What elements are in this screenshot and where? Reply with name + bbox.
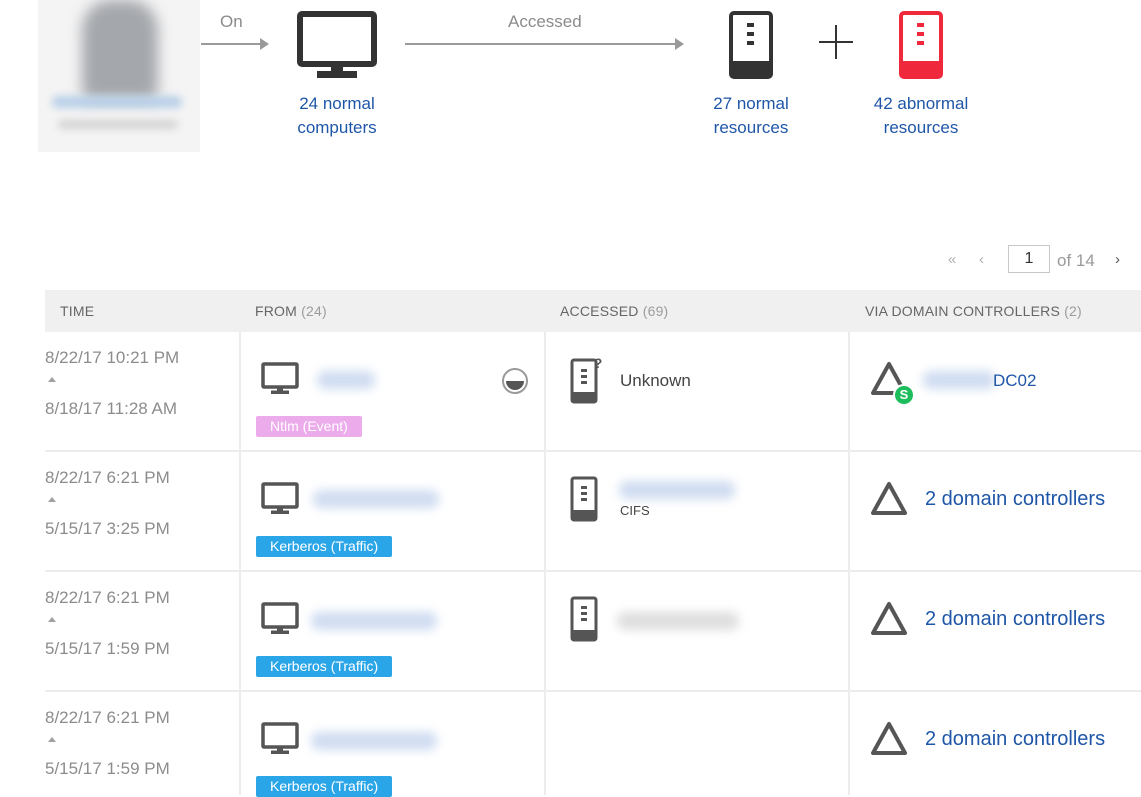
column-divider <box>239 572 241 692</box>
computer-icon <box>261 362 299 394</box>
protocol-tag: Kerberos (Traffic) <box>256 656 393 677</box>
column-divider <box>239 452 241 572</box>
column-divider <box>544 692 546 795</box>
column-divider <box>848 572 850 692</box>
server-icon <box>570 596 598 642</box>
time-end: 8/22/17 6:21 PM <box>45 708 170 727</box>
table-row[interactable]: 8/22/17 6:21 PM 5/15/17 1:59 PM Kerberos… <box>45 692 1141 797</box>
domain-controllers-link[interactable]: 2 domain controllers <box>925 488 1105 511</box>
avatar-name-redacted <box>52 96 182 108</box>
resource-protocol: CIFS <box>620 503 650 518</box>
table-header: TIME FROM (24) ACCESSED (69) VIA DOMAIN … <box>45 290 1141 332</box>
normal-resources-link[interactable]: 27 normal resources <box>686 92 816 140</box>
computer-name-link[interactable] <box>317 371 375 389</box>
abnormal-server-icon <box>899 11 943 79</box>
caret-up-icon <box>48 377 56 382</box>
domain-controllers-link[interactable]: 2 domain controllers <box>925 608 1105 631</box>
server-icon <box>570 476 598 522</box>
column-divider <box>544 452 546 572</box>
column-divider <box>848 332 850 452</box>
header-accessed[interactable]: ACCESSED (69) <box>560 303 668 319</box>
header-from-count: (24) <box>301 303 327 319</box>
first-page-icon[interactable]: « <box>948 251 956 268</box>
column-divider <box>544 572 546 692</box>
resource-name-redacted <box>617 612 739 630</box>
header-via-count: (2) <box>1064 303 1082 319</box>
caret-up-icon <box>48 497 56 502</box>
dc-name-link[interactable]: DC02 <box>993 371 1036 391</box>
domain-controller-icon <box>871 602 907 635</box>
plus-icon <box>819 25 853 59</box>
on-label: On <box>220 12 243 31</box>
computer-icon <box>261 722 299 754</box>
normal-computers-link[interactable]: 24 normal computers <box>272 92 402 140</box>
time-end: 8/22/17 10:21 PM <box>45 348 180 367</box>
svg-text:?: ? <box>594 355 603 371</box>
sensitive-badge-icon: S <box>893 384 915 406</box>
header-via-label: VIA DOMAIN CONTROLLERS <box>865 303 1060 319</box>
header-accessed-label: ACCESSED <box>560 303 639 319</box>
unknown-server-icon: ? <box>570 355 603 404</box>
avatar-subtitle-redacted <box>58 120 178 129</box>
computer-icon <box>261 602 299 634</box>
column-divider <box>239 692 241 795</box>
protocol-tag: Kerberos (Traffic) <box>256 776 393 797</box>
computer-name-link[interactable] <box>311 612 437 630</box>
computer-name-link[interactable] <box>311 732 437 750</box>
header-time[interactable]: TIME <box>60 303 94 319</box>
computer-name-link[interactable] <box>313 490 439 508</box>
avatar-photo <box>82 0 158 100</box>
computer-icon <box>297 11 377 78</box>
accessed-arrow <box>405 38 684 50</box>
header-from[interactable]: FROM (24) <box>255 303 327 319</box>
computer-icon <box>261 482 299 514</box>
header-accessed-count: (69) <box>642 303 669 319</box>
server-icon <box>729 11 773 79</box>
column-divider <box>848 452 850 572</box>
table-row[interactable]: 8/22/17 10:21 PM 8/18/17 11:28 AM Ntlm (… <box>45 332 1141 452</box>
domain-controller-icon <box>871 482 907 515</box>
table-row[interactable]: 8/22/17 6:21 PM 5/15/17 3:25 PM Kerberos… <box>45 452 1141 572</box>
header-via[interactable]: VIA DOMAIN CONTROLLERS (2) <box>865 303 1082 319</box>
table-row[interactable]: 8/22/17 6:21 PM 5/15/17 1:59 PM Kerberos… <box>45 572 1141 692</box>
user-avatar <box>38 0 200 152</box>
time-start: 5/15/17 1:59 PM <box>45 759 170 778</box>
domain-controllers-link[interactable]: 2 domain controllers <box>925 728 1105 751</box>
resource-name: Unknown <box>620 371 691 390</box>
protocol-tag: Ntlm (Event) <box>256 416 362 437</box>
column-divider <box>239 332 241 452</box>
column-divider <box>848 692 850 795</box>
time-start: 8/18/17 11:28 AM <box>45 399 178 418</box>
column-divider <box>544 332 546 452</box>
prev-page-icon[interactable]: ‹ <box>979 251 984 268</box>
time-end: 8/22/17 6:21 PM <box>45 468 170 487</box>
time-end: 8/22/17 6:21 PM <box>45 588 170 607</box>
time-start: 5/15/17 1:59 PM <box>45 639 170 658</box>
resource-name-link[interactable] <box>619 481 735 499</box>
page-number-input[interactable] <box>1008 245 1050 273</box>
header-from-label: FROM <box>255 303 298 319</box>
abnormal-resources-link[interactable]: 42 abnormal resources <box>856 92 986 140</box>
next-page-icon[interactable]: › <box>1115 251 1120 268</box>
dc-name-prefix-redacted[interactable] <box>923 371 995 389</box>
caret-up-icon <box>48 737 56 742</box>
protocol-tag: Kerberos (Traffic) <box>256 536 393 557</box>
caret-up-icon <box>48 617 56 622</box>
accessed-label: Accessed <box>508 12 582 31</box>
partial-status-icon <box>502 368 528 394</box>
page-count: of 14 <box>1057 251 1095 270</box>
time-start: 5/15/17 3:25 PM <box>45 519 170 538</box>
domain-controller-icon <box>871 722 907 755</box>
on-arrow <box>201 38 269 50</box>
